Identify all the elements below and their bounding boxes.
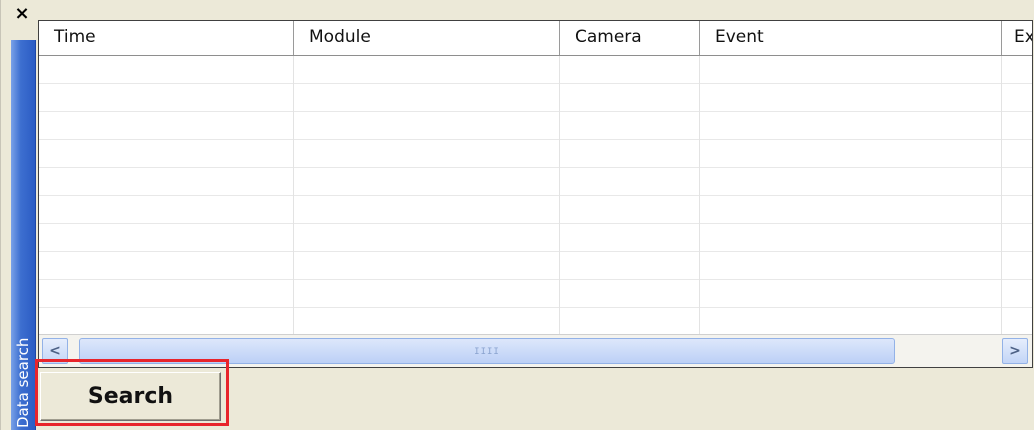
table-row[interactable]	[39, 308, 1032, 336]
table-row[interactable]	[39, 84, 1032, 112]
column-divider	[293, 56, 294, 334]
column-divider	[559, 56, 560, 334]
column-divider	[699, 56, 700, 334]
column-header-camera[interactable]: Camera	[560, 21, 700, 55]
table-row[interactable]	[39, 224, 1032, 252]
side-tab-label: Data search	[14, 337, 32, 428]
table-row[interactable]	[39, 168, 1032, 196]
close-icon[interactable]: ×	[12, 4, 32, 26]
table-body	[39, 56, 1032, 336]
column-header-ex[interactable]: Ex	[1002, 21, 1032, 55]
table-row[interactable]	[39, 280, 1032, 308]
column-header-time[interactable]: Time	[39, 21, 294, 55]
horizontal-scrollbar[interactable]: < IIII >	[39, 334, 1032, 367]
column-header-module[interactable]: Module	[294, 21, 560, 55]
table-row[interactable]	[39, 196, 1032, 224]
data-search-panel: × Data search Time Module Camera Event E…	[0, 0, 1034, 430]
table-row[interactable]	[39, 140, 1032, 168]
table-row[interactable]	[39, 56, 1032, 84]
scroll-grip-icon: IIII	[474, 347, 500, 357]
results-table: Time Module Camera Event Ex < IIII >	[38, 20, 1033, 368]
column-divider	[1001, 56, 1002, 334]
side-tab-data-search[interactable]: Data search	[11, 40, 36, 430]
table-row[interactable]	[39, 252, 1032, 280]
scroll-left-button[interactable]: <	[42, 338, 68, 364]
search-button[interactable]: Search	[40, 372, 221, 421]
side-tab-label-wrap: Data search	[11, 298, 35, 428]
table-header: Time Module Camera Event Ex	[39, 21, 1032, 56]
scroll-right-button[interactable]: >	[1002, 338, 1028, 364]
scroll-thumb[interactable]: IIII	[79, 338, 895, 364]
table-row[interactable]	[39, 112, 1032, 140]
column-header-event[interactable]: Event	[700, 21, 1002, 55]
